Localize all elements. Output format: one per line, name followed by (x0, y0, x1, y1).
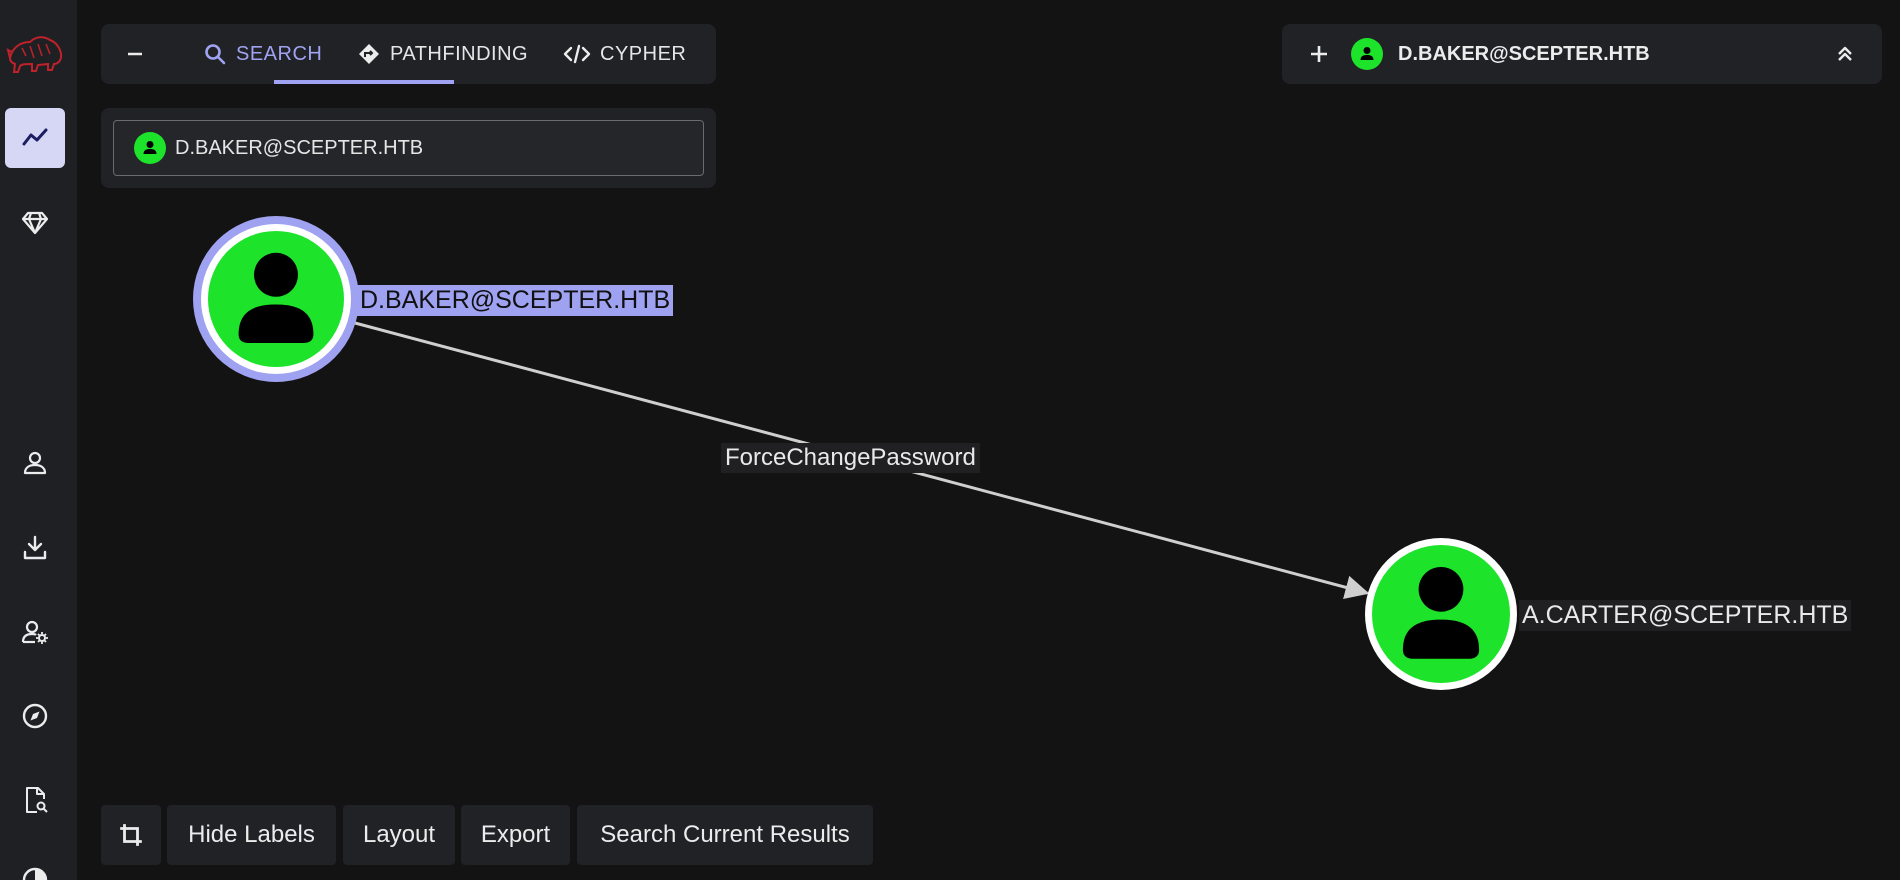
user-node-icon (1402, 566, 1480, 659)
hide-labels-button[interactable]: Hide Labels (167, 805, 336, 865)
directions-icon (359, 44, 379, 64)
user-icon (134, 132, 166, 164)
search-current-results-button[interactable]: Search Current Results (577, 805, 873, 865)
search-input[interactable]: D.BAKER@SCEPTER.HTB (113, 120, 704, 176)
sidebar-item-download-collectors[interactable] (5, 518, 65, 578)
explore-tabs-panel: SEARCH PATHFINDING CYPHER (101, 24, 716, 84)
tab-pathfinding-label: PATHFINDING (390, 42, 529, 65)
entity-title: D.BAKER@SCEPTER.HTB (1351, 24, 1650, 84)
sidebar-item-profile[interactable] (5, 433, 65, 493)
search-panel: D.BAKER@SCEPTER.HTB (101, 108, 716, 188)
graph-node-a-carter[interactable] (1365, 538, 1517, 690)
plus-icon (1311, 46, 1327, 62)
tab-search-label: SEARCH (236, 42, 323, 65)
export-button[interactable]: Export (461, 805, 570, 865)
collapse-entity-button[interactable] (1830, 39, 1860, 69)
user-node-icon (238, 252, 314, 343)
tab-search[interactable]: SEARCH (203, 24, 322, 84)
search-icon (205, 44, 226, 65)
entity-info-panel: D.BAKER@SCEPTER.HTB (1282, 24, 1882, 84)
layout-button[interactable]: Layout (343, 805, 455, 865)
crop-icon (120, 824, 142, 846)
sidebar-item-api-explorer[interactable] (5, 770, 65, 830)
sidebar (0, 0, 77, 880)
sidebar-item-administration[interactable] (5, 602, 65, 662)
sidebar-item-explore[interactable] (5, 108, 65, 168)
user-settings-icon (21, 620, 48, 644)
bloodhound-logo[interactable] (6, 28, 64, 76)
active-tab-indicator (274, 80, 454, 84)
tab-pathfinding[interactable]: PATHFINDING (357, 24, 528, 84)
node-label-d-baker: D.BAKER@SCEPTER.HTB (357, 285, 674, 316)
sidebar-item-theme[interactable] (5, 850, 65, 880)
user-icon (1351, 38, 1383, 70)
file-search-icon (26, 787, 48, 813)
download-icon (23, 535, 47, 560)
crop-button[interactable] (101, 805, 161, 865)
entity-title-label: D.BAKER@SCEPTER.HTB (1398, 42, 1650, 65)
node-label-a-carter: A.CARTER@SCEPTER.HTB (1519, 600, 1852, 631)
search-input-value: D.BAKER@SCEPTER.HTB (175, 136, 424, 159)
tab-cypher[interactable]: CYPHER (563, 24, 686, 84)
collapse-panel-button[interactable] (115, 34, 155, 74)
person-icon (23, 451, 47, 475)
minus-icon (128, 52, 142, 56)
graph-node-d-baker[interactable] (193, 216, 359, 382)
double-chevron-up-icon (1838, 46, 1852, 61)
tab-cypher-label: CYPHER (600, 42, 687, 65)
trend-line-icon (22, 128, 48, 146)
sidebar-item-group-management[interactable] (5, 192, 65, 252)
half-circle-icon (22, 867, 48, 880)
add-button[interactable] (1304, 39, 1334, 69)
code-icon (563, 44, 591, 64)
gem-icon (21, 211, 49, 235)
edge-label[interactable]: ForceChangePassword (721, 443, 980, 473)
compass-icon (22, 703, 48, 729)
sidebar-item-explore-compass[interactable] (5, 686, 65, 746)
